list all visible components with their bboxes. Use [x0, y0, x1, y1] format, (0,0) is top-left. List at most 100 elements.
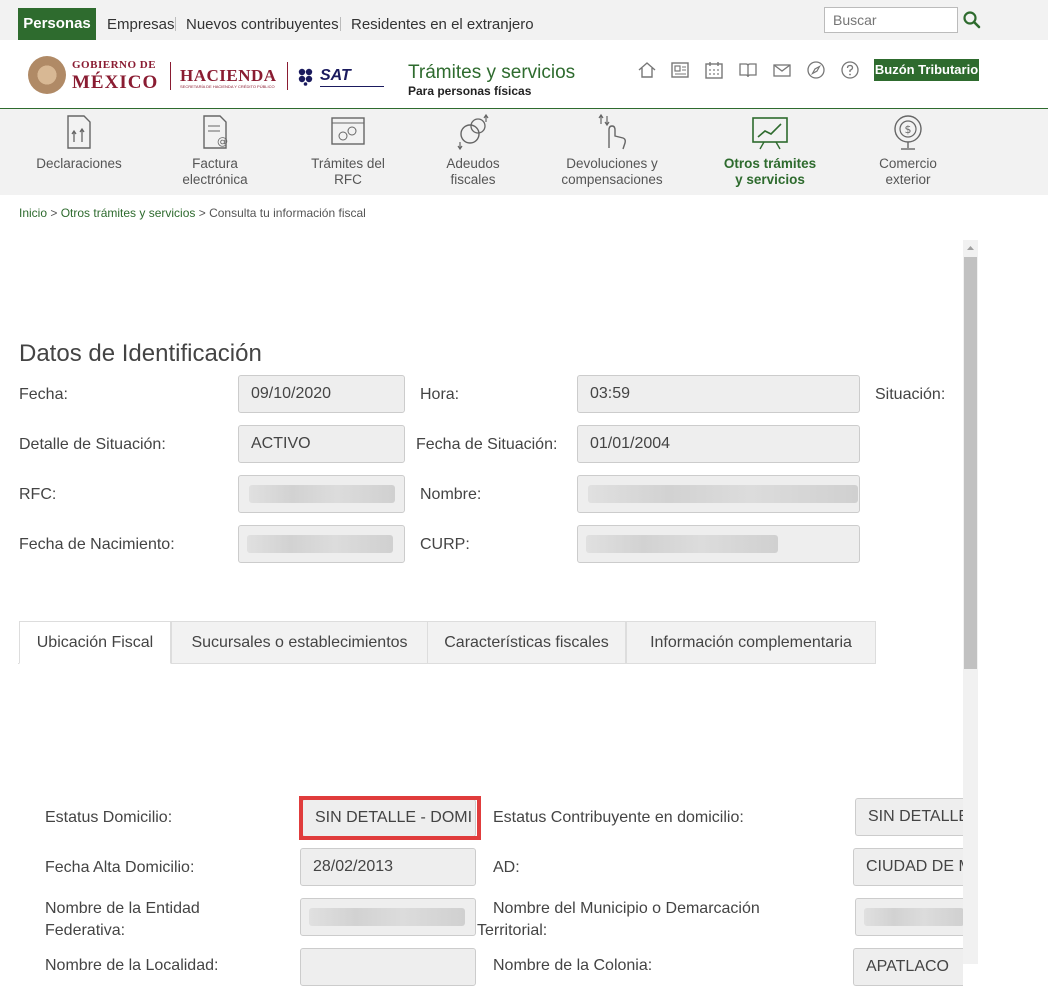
breadcrumb-current: Consulta tu información fiscal: [209, 206, 366, 220]
fecha-situacion-field: 01/01/2004: [577, 425, 860, 463]
tab-sucursales[interactable]: Sucursales o establecimientos: [171, 621, 428, 664]
nombre-field: [577, 475, 860, 513]
mail-icon[interactable]: [772, 60, 792, 80]
globe-dollar-icon: $: [894, 115, 922, 150]
help-icon[interactable]: [840, 60, 860, 80]
declaraciones-icon: [67, 115, 91, 149]
link-empresas[interactable]: Empresas: [107, 16, 175, 33]
calendar-icon[interactable]: [704, 60, 724, 80]
label-line: Nombre del Municipio o Demarcación: [493, 900, 760, 917]
detalle-situacion-field: ACTIVO: [238, 425, 405, 463]
compass-icon[interactable]: [806, 60, 826, 80]
home-icon[interactable]: [637, 60, 657, 80]
nav-factura-electronica[interactable]: @ Factura electrónica: [165, 112, 265, 188]
tab-ubicacion-fiscal[interactable]: Ubicación Fiscal: [19, 621, 171, 664]
hora-field: 03:59: [577, 375, 860, 413]
highlight-box: [299, 796, 481, 840]
section-title: Datos de Identificación: [19, 340, 262, 367]
hacienda-logo-subtitle: SECRETARÍA DE HACIENDA Y CRÉDITO PÚBLICO: [180, 84, 275, 89]
link-nuevos-contribuyentes[interactable]: Nuevos contribuyentes: [186, 16, 339, 33]
redacted-value: [247, 535, 393, 553]
search-input[interactable]: [824, 7, 958, 33]
separator: [340, 17, 341, 31]
nav-label: y servicios: [735, 172, 805, 187]
fecha-nacimiento-field: [238, 525, 405, 563]
fecha-field: 09/10/2020: [238, 375, 405, 413]
nav-adeudos-fiscales[interactable]: Adeudos fiscales: [423, 112, 523, 188]
book-icon[interactable]: [738, 60, 758, 80]
breadcrumb-inicio[interactable]: Inicio: [19, 206, 47, 220]
sat-logo-underline: [320, 86, 384, 87]
tab-caracteristicas-fiscales[interactable]: Características fiscales: [427, 621, 626, 664]
chart-board-icon: [752, 117, 788, 150]
nav-label: exterior: [885, 172, 931, 187]
sat-logo-mark: [298, 68, 313, 86]
colonia-field: APATLACO: [853, 948, 963, 986]
estatus-contribuyente-label: Estatus Contribuyente en domicilio:: [493, 809, 744, 826]
breadcrumb-otros-tramites[interactable]: Otros trámites y servicios: [61, 206, 196, 220]
svg-text:@: @: [217, 135, 228, 148]
label-line: Territorial:: [477, 922, 548, 939]
hacienda-logo[interactable]: HACIENDA: [180, 66, 277, 86]
news-icon[interactable]: [670, 60, 690, 80]
redacted-value: [586, 535, 778, 553]
colonia-label: Nombre de la Colonia:: [493, 957, 653, 974]
header-title: Trámites y servicios: [408, 62, 576, 83]
hand-pointer-icon: [598, 113, 626, 150]
factura-icon: @: [203, 115, 228, 149]
fecha-alta-domicilio-field: 28/02/2013: [300, 848, 476, 886]
logo-divider: [287, 62, 288, 90]
logo-divider: [170, 62, 171, 90]
logo-text: MÉXICO: [72, 72, 159, 93]
detalle-situacion-label: Detalle de Situación:: [19, 436, 166, 453]
nav-comercio-exterior[interactable]: $ Comercio exterior: [858, 112, 958, 188]
tab-informacion-complementaria[interactable]: Información complementaria: [626, 621, 876, 664]
nav-label: compensaciones: [561, 172, 663, 187]
estatus-domicilio-label: Estatus Domicilio:: [45, 809, 173, 826]
redacted-value: [309, 908, 465, 926]
tramites-rfc-icon: [331, 117, 365, 145]
nav-label: Trámites del: [311, 156, 385, 171]
nav-label: Devoluciones y: [566, 156, 658, 171]
adeudos-icon: [457, 113, 489, 151]
breadcrumb: Inicio > Otros trámites y servicios > Co…: [19, 206, 366, 220]
nav-otros-tramites[interactable]: Otros trámites y servicios: [715, 112, 825, 188]
nav-label: electrónica: [182, 172, 248, 187]
nav-declaraciones[interactable]: Declaraciones: [30, 112, 128, 172]
label-line: Federativa:: [45, 922, 126, 939]
tab-personas[interactable]: Personas: [18, 8, 96, 40]
estatus-contribuyente-field: SIN DETALLE: [855, 798, 963, 836]
gobierno-seal-logo: [28, 56, 66, 94]
search-icon[interactable]: [962, 10, 982, 30]
gobierno-mexico-logo[interactable]: GOBIERNO DE MÉXICO: [72, 60, 159, 93]
nav-label: Adeudos: [446, 156, 500, 171]
breadcrumb-separator: >: [47, 206, 61, 220]
municipio-label: Nombre del Municipio o Demarcación Terri…: [477, 898, 760, 942]
scroll-up-arrow-icon[interactable]: [963, 240, 978, 256]
situacion-label: Situación:: [875, 386, 946, 403]
curp-field: [577, 525, 860, 563]
nav-tramites-rfc[interactable]: Trámites del RFC: [298, 112, 398, 188]
curp-label: CURP:: [420, 536, 470, 553]
nav-label: Declaraciones: [36, 156, 122, 171]
localidad-field: [300, 948, 476, 986]
buzon-tributario-button[interactable]: Buzón Tributario: [874, 59, 979, 81]
nombre-label: Nombre:: [420, 486, 482, 503]
breadcrumb-separator: >: [195, 206, 210, 220]
nav-label: Factura: [192, 156, 238, 171]
fecha-nacimiento-label: Fecha de Nacimiento:: [19, 536, 175, 553]
label-line: Nombre de la Entidad: [45, 900, 200, 917]
municipio-field: [855, 898, 963, 936]
redacted-value: [249, 485, 395, 503]
entidad-federativa-label: Nombre de la Entidad Federativa:: [45, 898, 200, 942]
redacted-value: [864, 908, 963, 926]
hora-label: Hora:: [420, 386, 460, 403]
separator: [175, 17, 176, 31]
sat-logo[interactable]: SAT: [320, 67, 351, 85]
link-residentes-extranjero[interactable]: Residentes en el extranjero: [351, 16, 534, 33]
redacted-value: [588, 485, 858, 503]
fecha-label: Fecha:: [19, 386, 68, 403]
scrollbar-thumb[interactable]: [964, 257, 977, 669]
localidad-label: Nombre de la Localidad:: [45, 957, 219, 974]
nav-devoluciones[interactable]: Devoluciones y compensaciones: [556, 112, 668, 188]
